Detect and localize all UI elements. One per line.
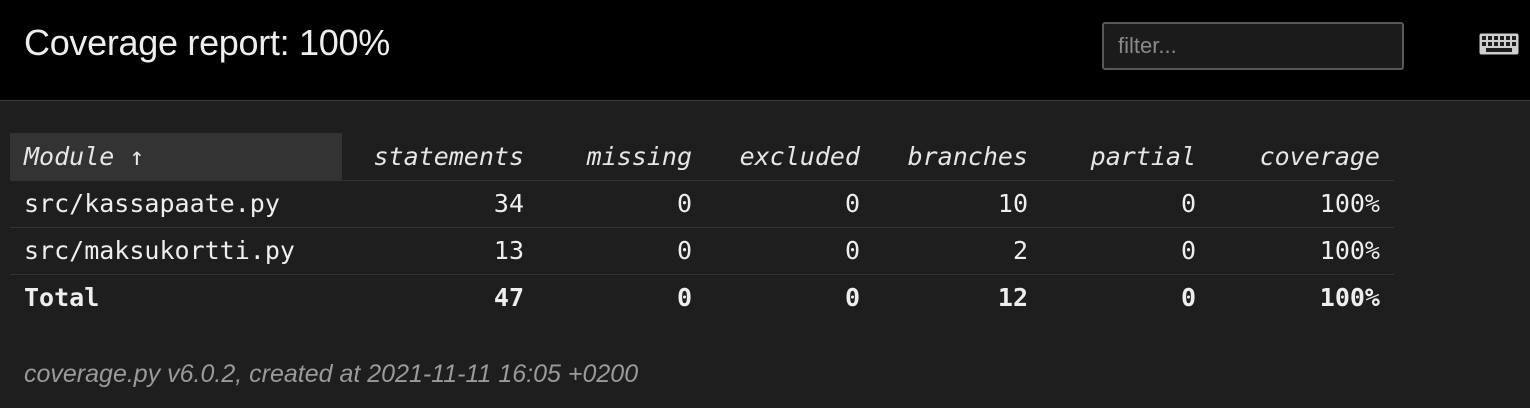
filter-input[interactable] [1102, 22, 1404, 70]
coverage-cell: 100% [1210, 180, 1394, 228]
branches-cell: 2 [874, 227, 1042, 275]
footer-created-info: coverage.py v6.0.2, created at 2021-11-1… [24, 360, 639, 388]
branches-cell: 10 [874, 180, 1042, 228]
statements-cell: 13 [342, 227, 538, 275]
column-header-excluded[interactable]: excluded [706, 133, 874, 181]
coverage-table: Module ↑ statements missing excluded bra… [10, 133, 1394, 321]
total-partial-cell: 0 [1180, 283, 1196, 313]
column-header-coverage[interactable]: coverage [1210, 133, 1394, 181]
missing-cell: 0 [538, 180, 706, 228]
total-missing-cell: 0 [676, 283, 692, 313]
column-header-missing[interactable]: missing [538, 133, 706, 181]
table-header-row: Module ↑ statements missing excluded bra… [10, 133, 1394, 181]
table-row: src/kassapaate.py 34 0 0 10 0 100% [10, 180, 1394, 228]
total-branches-cell: 12 [997, 283, 1028, 313]
partial-cell: 0 [1042, 227, 1210, 275]
column-header-branches[interactable]: branches [874, 133, 1042, 181]
column-header-partial[interactable]: partial [1042, 133, 1210, 181]
excluded-cell: 0 [706, 227, 874, 275]
column-header-statements[interactable]: statements [342, 133, 538, 181]
table-total-row: Total 47 0 0 12 0 100% [10, 274, 1394, 321]
report-header: Coverage report: 100% [0, 0, 1530, 101]
total-coverage-cell: 100% [1319, 283, 1380, 313]
table-row: src/maksukortti.py 13 0 0 2 0 100% [10, 227, 1394, 275]
column-header-module[interactable]: Module ↑ [10, 133, 342, 181]
statements-cell: 34 [342, 180, 538, 228]
partial-cell: 0 [1042, 180, 1210, 228]
coverage-cell: 100% [1210, 227, 1394, 275]
excluded-cell: 0 [706, 180, 874, 228]
page-title: Coverage report: 100% [24, 22, 390, 63]
keyboard-icon[interactable] [1479, 33, 1519, 55]
module-link[interactable]: src/maksukortti.py [10, 227, 342, 275]
total-excluded-cell: 0 [844, 283, 860, 313]
missing-cell: 0 [538, 227, 706, 275]
module-link[interactable]: src/kassapaate.py [10, 180, 342, 228]
total-label: Total [24, 283, 100, 313]
total-statements-cell: 47 [493, 283, 524, 313]
